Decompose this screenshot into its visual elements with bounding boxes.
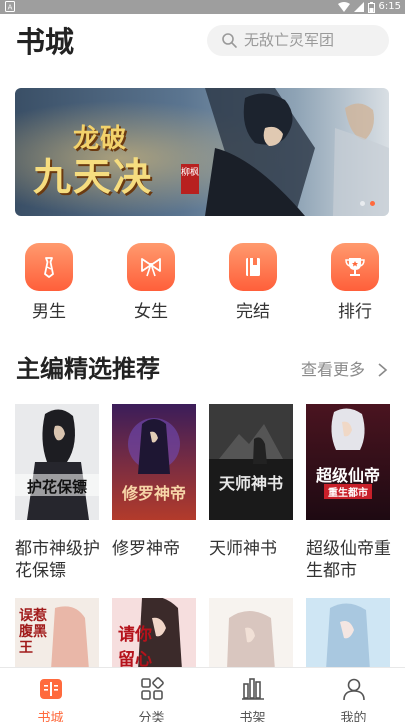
category-shortcuts: 男生 女生 完结 排行	[0, 243, 405, 333]
book-cover: 护花保镖	[15, 404, 99, 520]
notification-icon: A	[5, 1, 15, 12]
tab-profile[interactable]: 我的	[303, 668, 404, 722]
search-input[interactable]: 无敌亡灵军团	[207, 25, 389, 56]
book-item[interactable]: 修罗神帝 修罗神帝	[112, 404, 196, 560]
book-title: 都市神级护花保镖	[15, 539, 100, 581]
status-bar: A 6:15	[0, 0, 405, 14]
banner-title-line2: 九天决	[33, 154, 154, 199]
tab-bookstore[interactable]: 书城	[0, 668, 101, 722]
cover-title: 超级仙帝	[315, 466, 380, 485]
tab-label: 书城	[37, 711, 64, 722]
book-item[interactable]: 护花保镖 都市神级护花保镖	[15, 404, 100, 582]
category-label: 完结	[236, 302, 270, 322]
cover-title: 误惹腹黑王	[19, 608, 47, 656]
book-item[interactable]: 超级仙帝 重生都市 超级仙帝重生都市	[306, 404, 391, 582]
bow-icon	[127, 243, 175, 291]
book-cover: 修罗神帝	[112, 404, 196, 520]
cover-subtitle: 重生都市	[324, 484, 372, 499]
tab-label: 我的	[340, 711, 367, 722]
category-ranking[interactable]: 排行	[320, 243, 390, 323]
book-cover: 超级仙帝 重生都市	[306, 404, 390, 520]
tab-label: 分类	[138, 711, 165, 722]
chevron-right-icon[interactable]	[376, 362, 388, 378]
book-list-row2: 误惹腹黑王 请你留心	[0, 598, 405, 670]
cover-art	[326, 603, 370, 670]
cover-title: 修罗神帝	[121, 484, 186, 503]
see-more-link[interactable]: 查看更多	[301, 359, 365, 381]
svg-text:A: A	[8, 4, 13, 12]
book-icon	[229, 243, 277, 291]
book-item[interactable]: 天师神书 天师神书	[209, 404, 293, 560]
user-icon	[342, 678, 365, 701]
cover-title: 护花保镖	[26, 478, 87, 496]
book-title: 修罗神帝	[112, 539, 180, 559]
page-title: 书城	[16, 25, 75, 59]
tab-category[interactable]: 分类	[101, 668, 202, 722]
book-cover: 天师神书	[209, 404, 293, 520]
book-cover[interactable]	[209, 598, 293, 670]
category-label: 排行	[338, 302, 372, 322]
pager-dot-active	[370, 201, 375, 206]
banner-pager	[360, 201, 375, 206]
status-time: 6:15	[378, 1, 401, 12]
pager-dot	[360, 201, 365, 206]
cover-art	[15, 404, 99, 520]
tab-label: 书架	[239, 711, 266, 722]
category-label: 女生	[134, 302, 168, 322]
wifi-icon	[337, 2, 350, 12]
category-finished[interactable]: 完结	[218, 243, 288, 323]
category-female[interactable]: 女生	[116, 243, 186, 323]
banner-seal: 柳枫	[181, 164, 199, 194]
category-male[interactable]: 男生	[14, 243, 84, 323]
bottom-tab-bar: 书城 分类 书架 我的	[0, 667, 405, 722]
tab-bookshelf[interactable]: 书架	[202, 668, 303, 722]
book-title: 天师神书	[209, 539, 277, 559]
search-icon	[222, 33, 237, 48]
signal-icon	[353, 2, 364, 12]
book-cover[interactable]	[306, 598, 390, 670]
cover-art	[209, 404, 293, 520]
grid-icon	[140, 677, 164, 700]
bookshelf-icon	[241, 678, 264, 700]
cover-title: 天师神书	[218, 474, 283, 493]
promo-banner[interactable]: 龙破 九天决 柳枫	[15, 88, 389, 216]
category-label: 男生	[32, 302, 66, 322]
section-title: 主编精选推荐	[16, 355, 160, 383]
tie-icon	[25, 243, 73, 291]
battery-icon	[367, 1, 375, 13]
book-title: 超级仙帝重生都市	[306, 539, 391, 581]
book-cover[interactable]: 误惹腹黑王	[15, 598, 99, 670]
header: 书城 无敌亡灵军团	[0, 14, 405, 70]
cover-art	[227, 611, 275, 670]
search-placeholder: 无敌亡灵军团	[244, 31, 335, 49]
book-cover[interactable]: 请你留心	[112, 598, 196, 670]
cover-title: 请你留心	[118, 625, 152, 670]
bookstore-icon	[39, 679, 62, 699]
trophy-icon	[331, 243, 379, 291]
